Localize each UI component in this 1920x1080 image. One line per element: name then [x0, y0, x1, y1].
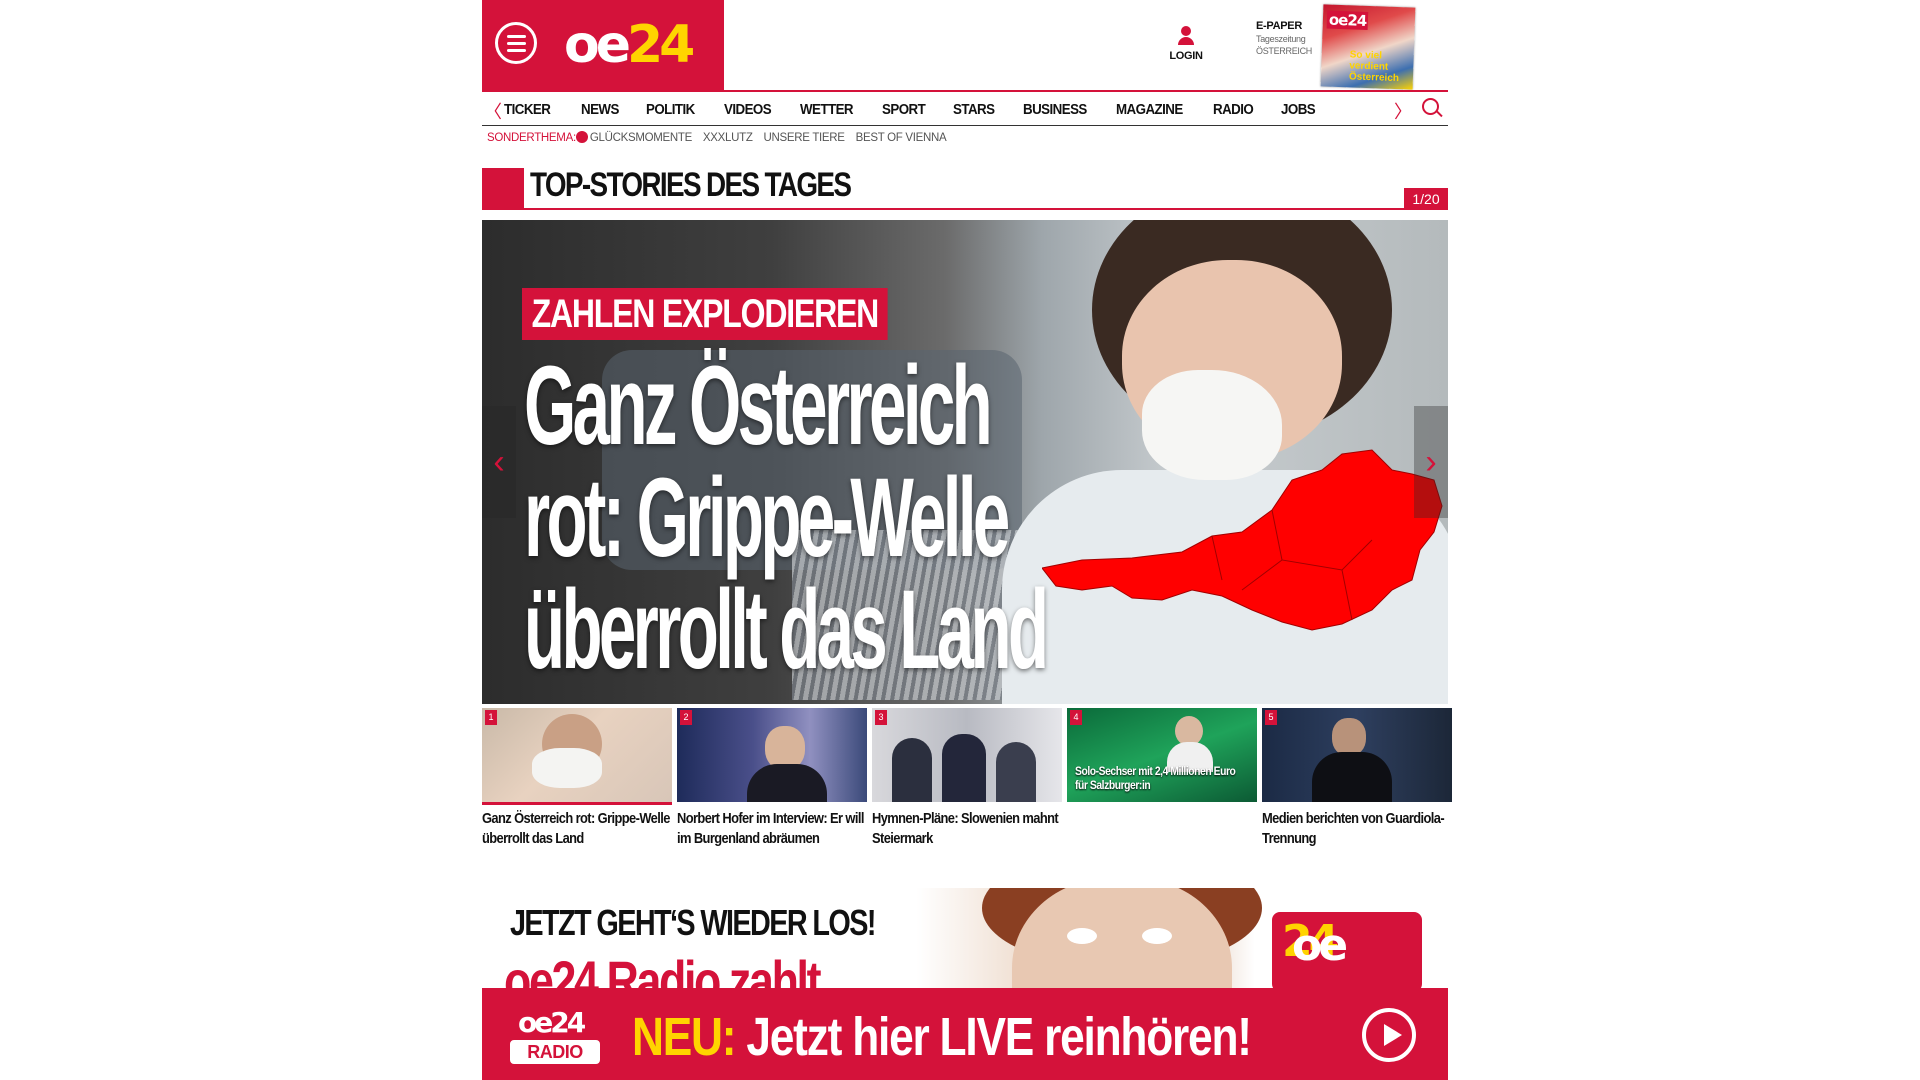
chevron-right-icon[interactable]: 〉 — [1394, 98, 1412, 124]
site-logo[interactable]: oe24 — [564, 14, 695, 76]
nav-item-wetter[interactable]: WETTER — [800, 102, 854, 118]
hero-headline-line: überrollt das Land — [524, 567, 1049, 692]
heart-icon — [575, 131, 588, 143]
slider-counter: 1/20 — [1404, 188, 1448, 210]
story-thumb-number: 2 — [680, 710, 692, 725]
section-divider — [524, 208, 1448, 210]
story-thumb[interactable]: 1 Ganz Österreich rot: Grippe-Welle über… — [482, 708, 672, 849]
nav-item-jobs[interactable]: JOBS — [1281, 102, 1316, 118]
epaper-line2: ÖSTERREICH — [1256, 46, 1313, 56]
slider-prev-button[interactable]: ‹ — [482, 406, 516, 518]
epaper-title: E-PAPER — [1256, 20, 1302, 32]
radio-cta[interactable]: NEU: Jetzt hier LIVE reinhören! — [632, 1006, 1252, 1068]
special-topic-link[interactable]: XXXLUTZ — [703, 132, 753, 144]
story-thumb[interactable]: 2 Norbert Hofer im Interview: Er will im… — [677, 708, 867, 849]
hero-headline[interactable]: Ganz Österreich rot: Grippe-Welle überro… — [524, 350, 1124, 686]
ad-logo: oe 24 — [1272, 912, 1422, 988]
ad-image-eye — [1142, 928, 1172, 944]
page: oe24 LOGIN E-PAPER Tageszeitung ÖSTERREI… — [482, 0, 1452, 1080]
radio-cta-highlight: NEU: — [632, 1007, 737, 1067]
section-accent-bar — [482, 168, 524, 210]
story-thumb-caption: Ganz Österreich rot: Grippe-Welle überro… — [482, 810, 670, 847]
radio-logo-bottom: RADIO — [510, 1040, 600, 1064]
story-thumb-image: 3 — [872, 708, 1062, 802]
nav-item-sport[interactable]: SPORT — [882, 102, 926, 118]
chevron-left-icon[interactable]: 〈 — [484, 98, 502, 124]
section-title: TOP-STORIES DES TAGES — [530, 166, 852, 204]
active-thumb-indicator — [482, 802, 672, 805]
nav-item-ticker[interactable]: TICKER — [504, 102, 551, 118]
radio-cta-text: Jetzt hier LIVE reinhören! — [735, 1007, 1252, 1067]
ad-subheadline: oe24 Radio zahlt — [504, 949, 821, 988]
play-icon[interactable] — [1362, 1008, 1416, 1062]
live-radio-bar[interactable]: oe24 RADIO NEU: Jetzt hier LIVE reinhöre… — [482, 988, 1448, 1080]
story-thumb-image: 2 — [677, 708, 867, 802]
ad-image-face — [1012, 888, 1232, 988]
epaper-thumb-logo: oe24 — [1326, 10, 1369, 30]
nav-item-politik[interactable]: POLITIK — [646, 102, 695, 118]
story-thumb-number: 5 — [1265, 710, 1277, 725]
ad-image-eye — [1067, 928, 1097, 944]
search-icon[interactable] — [1422, 98, 1439, 115]
story-thumb-number: 1 — [485, 710, 497, 725]
radio-logo-top: oe24 — [518, 1006, 586, 1039]
user-icon — [1158, 26, 1214, 45]
nav-item-radio[interactable]: RADIO — [1213, 102, 1254, 118]
nav-item-stars[interactable]: STARS — [953, 102, 995, 118]
special-topic-link[interactable]: GLÜCKSMOMENTE — [590, 132, 692, 144]
nav-list: TICKER NEWS POLITIK VIDEOS WETTER SPORT … — [504, 101, 1319, 119]
epaper-link[interactable]: E-PAPER Tageszeitung ÖSTERREICH — [1256, 20, 1312, 56]
story-thumb[interactable]: 3 Hymnen-Pläne: Slowenien mahnt Steierma… — [872, 708, 1062, 849]
menu-icon[interactable] — [495, 22, 537, 64]
ad-headline: JETZT GEHT‘S WIEDER LOS! — [510, 902, 876, 943]
story-thumb-image: 1 — [482, 708, 672, 802]
special-topics-bar: SONDERTHEMA: GLÜCKSMOMENTE XXXLUTZ UNSERE… — [487, 131, 954, 144]
special-topic-link[interactable]: UNSERE TIERE — [764, 132, 845, 144]
radio-logo: oe24 RADIO — [510, 1006, 604, 1068]
nav-item-magazine[interactable]: MAGAZINE — [1116, 102, 1183, 118]
login-label: LOGIN — [1169, 50, 1203, 62]
nav-item-business[interactable]: BUSINESS — [1023, 102, 1087, 118]
radio-ad-banner[interactable]: JETZT GEHT‘S WIEDER LOS! oe24 Radio zahl… — [482, 888, 1448, 988]
hero-kicker: ZAHLEN EXPLODIEREN — [522, 288, 888, 340]
story-thumb[interactable]: 5 Medien berichten von Guardiola-Trennun… — [1262, 708, 1452, 849]
epaper-line1: Tageszeitung — [1256, 34, 1306, 44]
slider-next-button[interactable]: › — [1414, 406, 1448, 518]
nav-item-news[interactable]: NEWS — [581, 102, 619, 118]
hero-headline-line: rot: Grippe-Welle — [524, 455, 1010, 580]
story-thumb-caption: Hymnen-Pläne: Slowenien mahnt Steiermark — [872, 810, 1059, 847]
story-thumb-overlay-title: Solo-Sechser mit 2,4 Millionen Euro für … — [1075, 764, 1236, 792]
story-thumb[interactable]: 4 Solo-Sechser mit 2,4 Millionen Euro fü… — [1067, 708, 1257, 809]
special-topic-link[interactable]: BEST OF VIENNA — [856, 132, 947, 144]
story-thumb-caption: Medien berichten von Guardiola-Trennung — [1262, 810, 1445, 847]
login-button[interactable]: LOGIN — [1158, 26, 1214, 62]
epaper-thumb-headline: So viel verdient Österreich — [1348, 49, 1400, 85]
story-thumb-caption: Norbert Hofer im Interview: Er will im B… — [677, 810, 864, 847]
epaper-thumbnail[interactable]: oe24 So viel verdient Österreich — [1320, 4, 1416, 90]
story-thumb-image: 5 — [1262, 708, 1452, 802]
story-thumb-image: 4 Solo-Sechser mit 2,4 Millionen Euro fü… — [1067, 708, 1257, 802]
header-logo-box: oe24 — [482, 0, 724, 90]
story-thumb-number: 3 — [875, 710, 887, 725]
hero-headline-line: Ganz Österreich — [524, 343, 993, 468]
special-topics-label: SONDERTHEMA: — [487, 132, 576, 144]
story-thumb-number: 4 — [1070, 710, 1082, 725]
nav-item-videos[interactable]: VIDEOS — [724, 102, 772, 118]
hero-slide[interactable]: ZAHLEN EXPLODIEREN Ganz Österreich rot: … — [482, 220, 1448, 704]
main-nav: 〈 TICKER NEWS POLITIK VIDEOS WETTER SPOR… — [482, 90, 1448, 126]
